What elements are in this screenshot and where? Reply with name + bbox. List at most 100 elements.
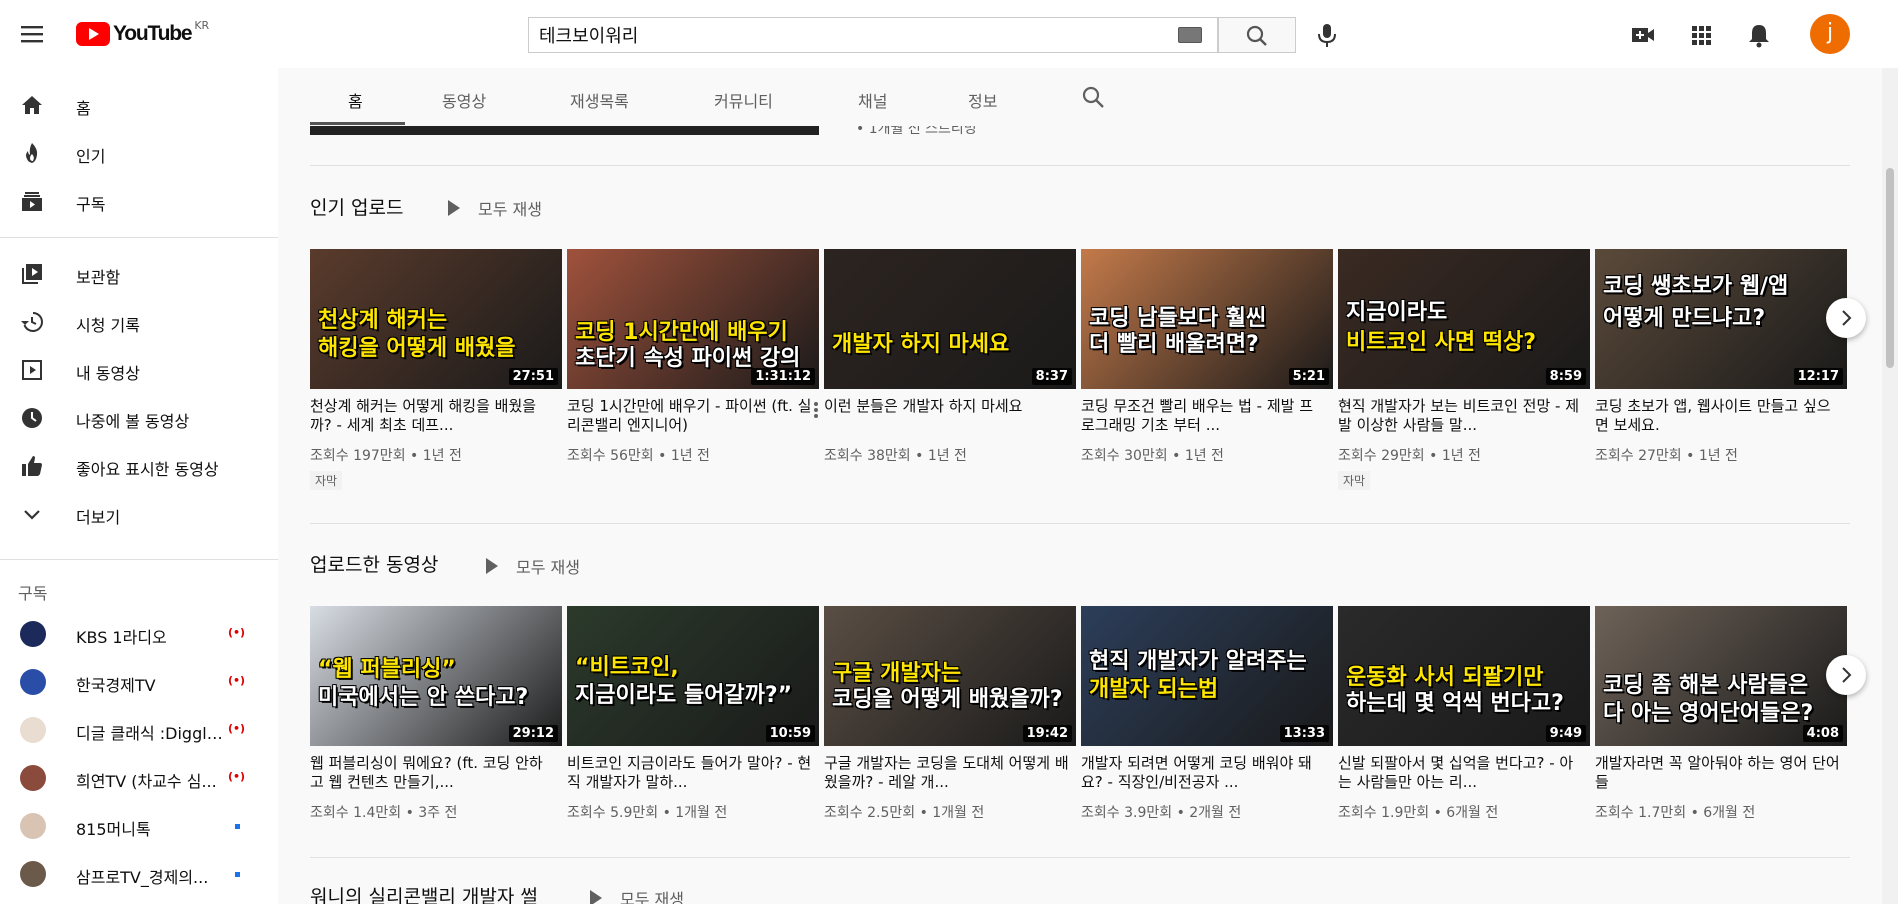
play-all-button[interactable]: 모두 재생 — [448, 196, 542, 220]
video-thumbnail[interactable]: 구글 개발자는 코딩을 어떻게 배웠을까? 19:42 — [824, 606, 1076, 746]
live-indicator-icon: (•) — [228, 722, 246, 735]
tab-community[interactable]: 커뮤니티 — [714, 88, 773, 112]
previous-shelf-thumbnail[interactable] — [310, 126, 819, 135]
subscriptions-heading: 구독 — [18, 584, 48, 603]
video-title[interactable]: 코딩 1시간만에 배우기 - 파이썬 (ft. 실리콘밸리 엔지니어) — [567, 397, 812, 435]
search-input[interactable] — [529, 18, 1169, 52]
video-card[interactable]: 구글 개발자는 코딩을 어떻게 배웠을까? 19:42 구글 개발자는 코딩을 도대체… — [824, 606, 1076, 822]
video-thumbnail[interactable]: 지금이라도 비트코인 사면 떡상? 8:59 — [1338, 249, 1590, 389]
sidebar-item-trending[interactable]: 인기 — [0, 129, 278, 177]
subscription-item[interactable]: 한국경제TV (•) — [0, 658, 278, 706]
tab-videos[interactable]: 동영상 — [442, 88, 486, 112]
channel-avatar — [20, 861, 46, 887]
sidebar-item-home[interactable]: 홈 — [0, 81, 278, 129]
sidebar-item-history[interactable]: 시청 기록 — [0, 298, 278, 346]
tab-home[interactable]: 홈 — [348, 88, 363, 112]
channel-avatar — [20, 813, 46, 839]
subscription-item[interactable]: 삼프로TV_경제의... — [0, 850, 278, 898]
thumbnail-caption: “비트코인, — [575, 655, 679, 680]
thumbnail-caption: 코딩 좀 해본 사람들은 — [1603, 673, 1809, 698]
subscription-item[interactable]: KBS 1라디오 (•) — [0, 610, 278, 658]
video-title[interactable]: 구글 개발자는 코딩을 도대체 어떻게 배웠을까? - 레알 개... — [824, 754, 1069, 792]
sidebar-item-label: 홈 — [76, 99, 91, 118]
video-thumbnail[interactable]: 운동화 사서 되팔기만 하는데 몇 억씩 번다고? 9:49 — [1338, 606, 1590, 746]
video-thumbnail[interactable]: 천상계 해커는 해킹을 어떻게 배웠을 27:51 — [310, 249, 562, 389]
video-card[interactable]: 코딩 쌩초보가 웹/앱 어떻게 만드냐고? 12:17 코딩 초보가 앱, 웹사이트 … — [1595, 249, 1847, 465]
sidebar-item-subscriptions[interactable]: 구독 — [0, 177, 278, 225]
subscription-item[interactable]: 디글 클래식 :Diggle... (•) — [0, 706, 278, 754]
more-actions-icon[interactable] — [813, 401, 819, 419]
thumbnail-caption: 다 아는 영어단어들은? — [1603, 701, 1814, 726]
apps-button[interactable] — [1686, 20, 1716, 50]
sidebar-item-library[interactable]: 보관함 — [0, 250, 278, 298]
play-all-button[interactable]: 모두 재생 — [486, 554, 580, 578]
video-title[interactable]: 천상계 해커는 어떻게 해킹을 배웠을까? - 세계 최초 데프... — [310, 397, 555, 435]
tab-channels[interactable]: 채널 — [858, 88, 887, 112]
account-avatar[interactable]: j — [1810, 14, 1850, 54]
sidebar-item-liked-videos[interactable]: 좋아요 표시한 동영상 — [0, 442, 278, 490]
video-title[interactable]: 현직 개발자가 보는 비트코인 전망 - 제발 이상한 사람들 말... — [1338, 397, 1583, 435]
guide-menu-button[interactable] — [18, 20, 46, 48]
video-card[interactable]: “비트코인, 지금이라도 들어갈까?” 10:59 비트코인 지금이라도 들어가 말아… — [567, 606, 819, 822]
video-card[interactable]: 지금이라도 비트코인 사면 떡상? 8:59 현직 개발자가 보는 비트코인 전망 -… — [1338, 249, 1590, 490]
video-card[interactable]: 현직 개발자가 알려주는 개발자 되는법 13:33 개발자 되려면 어떻게 코딩 배… — [1081, 606, 1333, 822]
create-video-button[interactable] — [1628, 20, 1658, 50]
play-icon — [486, 558, 498, 574]
subscription-item[interactable]: 815머니톡 — [0, 802, 278, 850]
sidebar-item-watch-later[interactable]: 나중에 볼 동영상 — [0, 394, 278, 442]
video-card[interactable]: 코딩 1시간만에 배우기 초단기 속성 파이썬 강의 1:31:12 코딩 1시간만에… — [567, 249, 819, 465]
video-card[interactable]: “웹 퍼블리싱” 미국에서는 안 쓴다고? 29:12 웹 퍼블리싱이 뭐에요? (f… — [310, 606, 562, 822]
search-button[interactable] — [1218, 17, 1296, 53]
video-card[interactable]: 천상계 해커는 해킹을 어떻게 배웠을 27:51 천상계 해커는 어떻게 해킹을 배… — [310, 249, 562, 490]
video-card[interactable]: 개발자 하지 마세요 8:37 이런 분들은 개발자 하지 마세요 조회수 38만회 … — [824, 249, 1076, 465]
video-thumbnail[interactable]: 현직 개발자가 알려주는 개발자 되는법 13:33 — [1081, 606, 1333, 746]
shelf-next-button[interactable] — [1826, 298, 1866, 338]
shelf-next-button[interactable] — [1826, 655, 1866, 695]
video-thumbnail[interactable]: 코딩 1시간만에 배우기 초단기 속성 파이썬 강의 1:31:12 — [567, 249, 819, 389]
video-title[interactable]: 코딩 초보가 앱, 웹사이트 만들고 싶으면 보세요. — [1595, 397, 1840, 435]
channel-search-icon[interactable] — [1080, 84, 1106, 110]
channel-avatar — [20, 717, 46, 743]
video-title[interactable]: 비트코인 지금이라도 들어가 말아? - 현직 개발자가 말하... — [567, 754, 812, 792]
video-card[interactable]: 코딩 남들보다 훨씬 더 빨리 배울려면? 5:21 코딩 무조건 빨리 배우는 법 … — [1081, 249, 1333, 465]
video-thumbnail[interactable]: “웹 퍼블리싱” 미국에서는 안 쓴다고? 29:12 — [310, 606, 562, 746]
notifications-button[interactable] — [1744, 20, 1774, 50]
page-scrollbar[interactable] — [1882, 68, 1898, 904]
thumbnail-caption: 코딩 쌩초보가 웹/앱 — [1603, 274, 1789, 299]
video-thumbnail[interactable]: 코딩 남들보다 훨씬 더 빨리 배울려면? 5:21 — [1081, 249, 1333, 389]
video-thumbnail[interactable]: “비트코인, 지금이라도 들어갈까?” 10:59 — [567, 606, 819, 746]
sidebar-item-show-more[interactable]: 더보기 — [0, 490, 278, 538]
video-title[interactable]: 개발자 되려면 어떻게 코딩 배워야 돼요? - 직장인/비전공자 ... — [1081, 754, 1326, 792]
sidebar-item-label: 내 동영상 — [76, 364, 140, 383]
youtube-logo[interactable]: YouTube KR — [76, 19, 209, 47]
video-title[interactable]: 개발자라면 꼭 알아둬야 하는 영어 단어들 — [1595, 754, 1840, 792]
youtube-play-icon — [76, 22, 110, 46]
video-meta: 조회수 1.7만회 • 6개월 전 — [1595, 805, 1756, 821]
caption-badge: 자막 — [1338, 471, 1371, 490]
video-thumbnail[interactable]: 코딩 좀 해본 사람들은 다 아는 영어단어들은? 4:08 — [1595, 606, 1847, 746]
video-title[interactable]: 웹 퍼블리싱이 뭐에요? (ft. 코딩 안하고 웹 컨텐츠 만들기,... — [310, 754, 555, 792]
shelf-title[interactable]: 워니의 실리콘밸리 개발자 썰 — [310, 882, 538, 904]
video-thumbnail[interactable]: 개발자 하지 마세요 8:37 — [824, 249, 1076, 389]
sidebar-item-label: 나중에 볼 동영상 — [76, 412, 190, 431]
video-card[interactable]: 코딩 좀 해본 사람들은 다 아는 영어단어들은? 4:08 개발자라면 꼭 알아둬야… — [1595, 606, 1847, 822]
play-all-button[interactable]: 모두 재생 — [590, 886, 684, 904]
tab-playlists[interactable]: 재생목록 — [570, 88, 629, 112]
video-title[interactable]: 이런 분들은 개발자 하지 마세요 — [824, 397, 1069, 435]
voice-search-button[interactable] — [1310, 17, 1344, 53]
subscriptions-icon — [22, 192, 42, 211]
keyboard-icon[interactable] — [1178, 27, 1202, 43]
video-thumbnail[interactable]: 코딩 쌩초보가 웹/앱 어떻게 만드냐고? 12:17 — [1595, 249, 1847, 389]
sidebar-item-my-videos[interactable]: 내 동영상 — [0, 346, 278, 394]
video-meta: 조회수 27만회 • 1년 전 — [1595, 448, 1738, 464]
shelf-title[interactable]: 인기 업로드 — [310, 193, 403, 220]
chevron-right-icon — [1842, 667, 1852, 683]
play-icon — [590, 890, 602, 904]
shelf-title[interactable]: 업로드한 동영상 — [310, 550, 438, 577]
video-title[interactable]: 신발 되팔아서 몇 십억을 번다고? - 아는 사람들만 아는 리... — [1338, 754, 1583, 792]
scrollbar-thumb[interactable] — [1886, 168, 1894, 368]
video-title[interactable]: 코딩 무조건 빨리 배우는 법 - 제발 프로그래밍 기초 부터 ... — [1081, 397, 1326, 435]
tab-about[interactable]: 정보 — [968, 88, 997, 112]
subscription-item[interactable]: 희연TV (차교수 심... (•) — [0, 754, 278, 802]
video-card[interactable]: 운동화 사서 되팔기만 하는데 몇 억씩 번다고? 9:49 신발 되팔아서 몇 십억… — [1338, 606, 1590, 822]
